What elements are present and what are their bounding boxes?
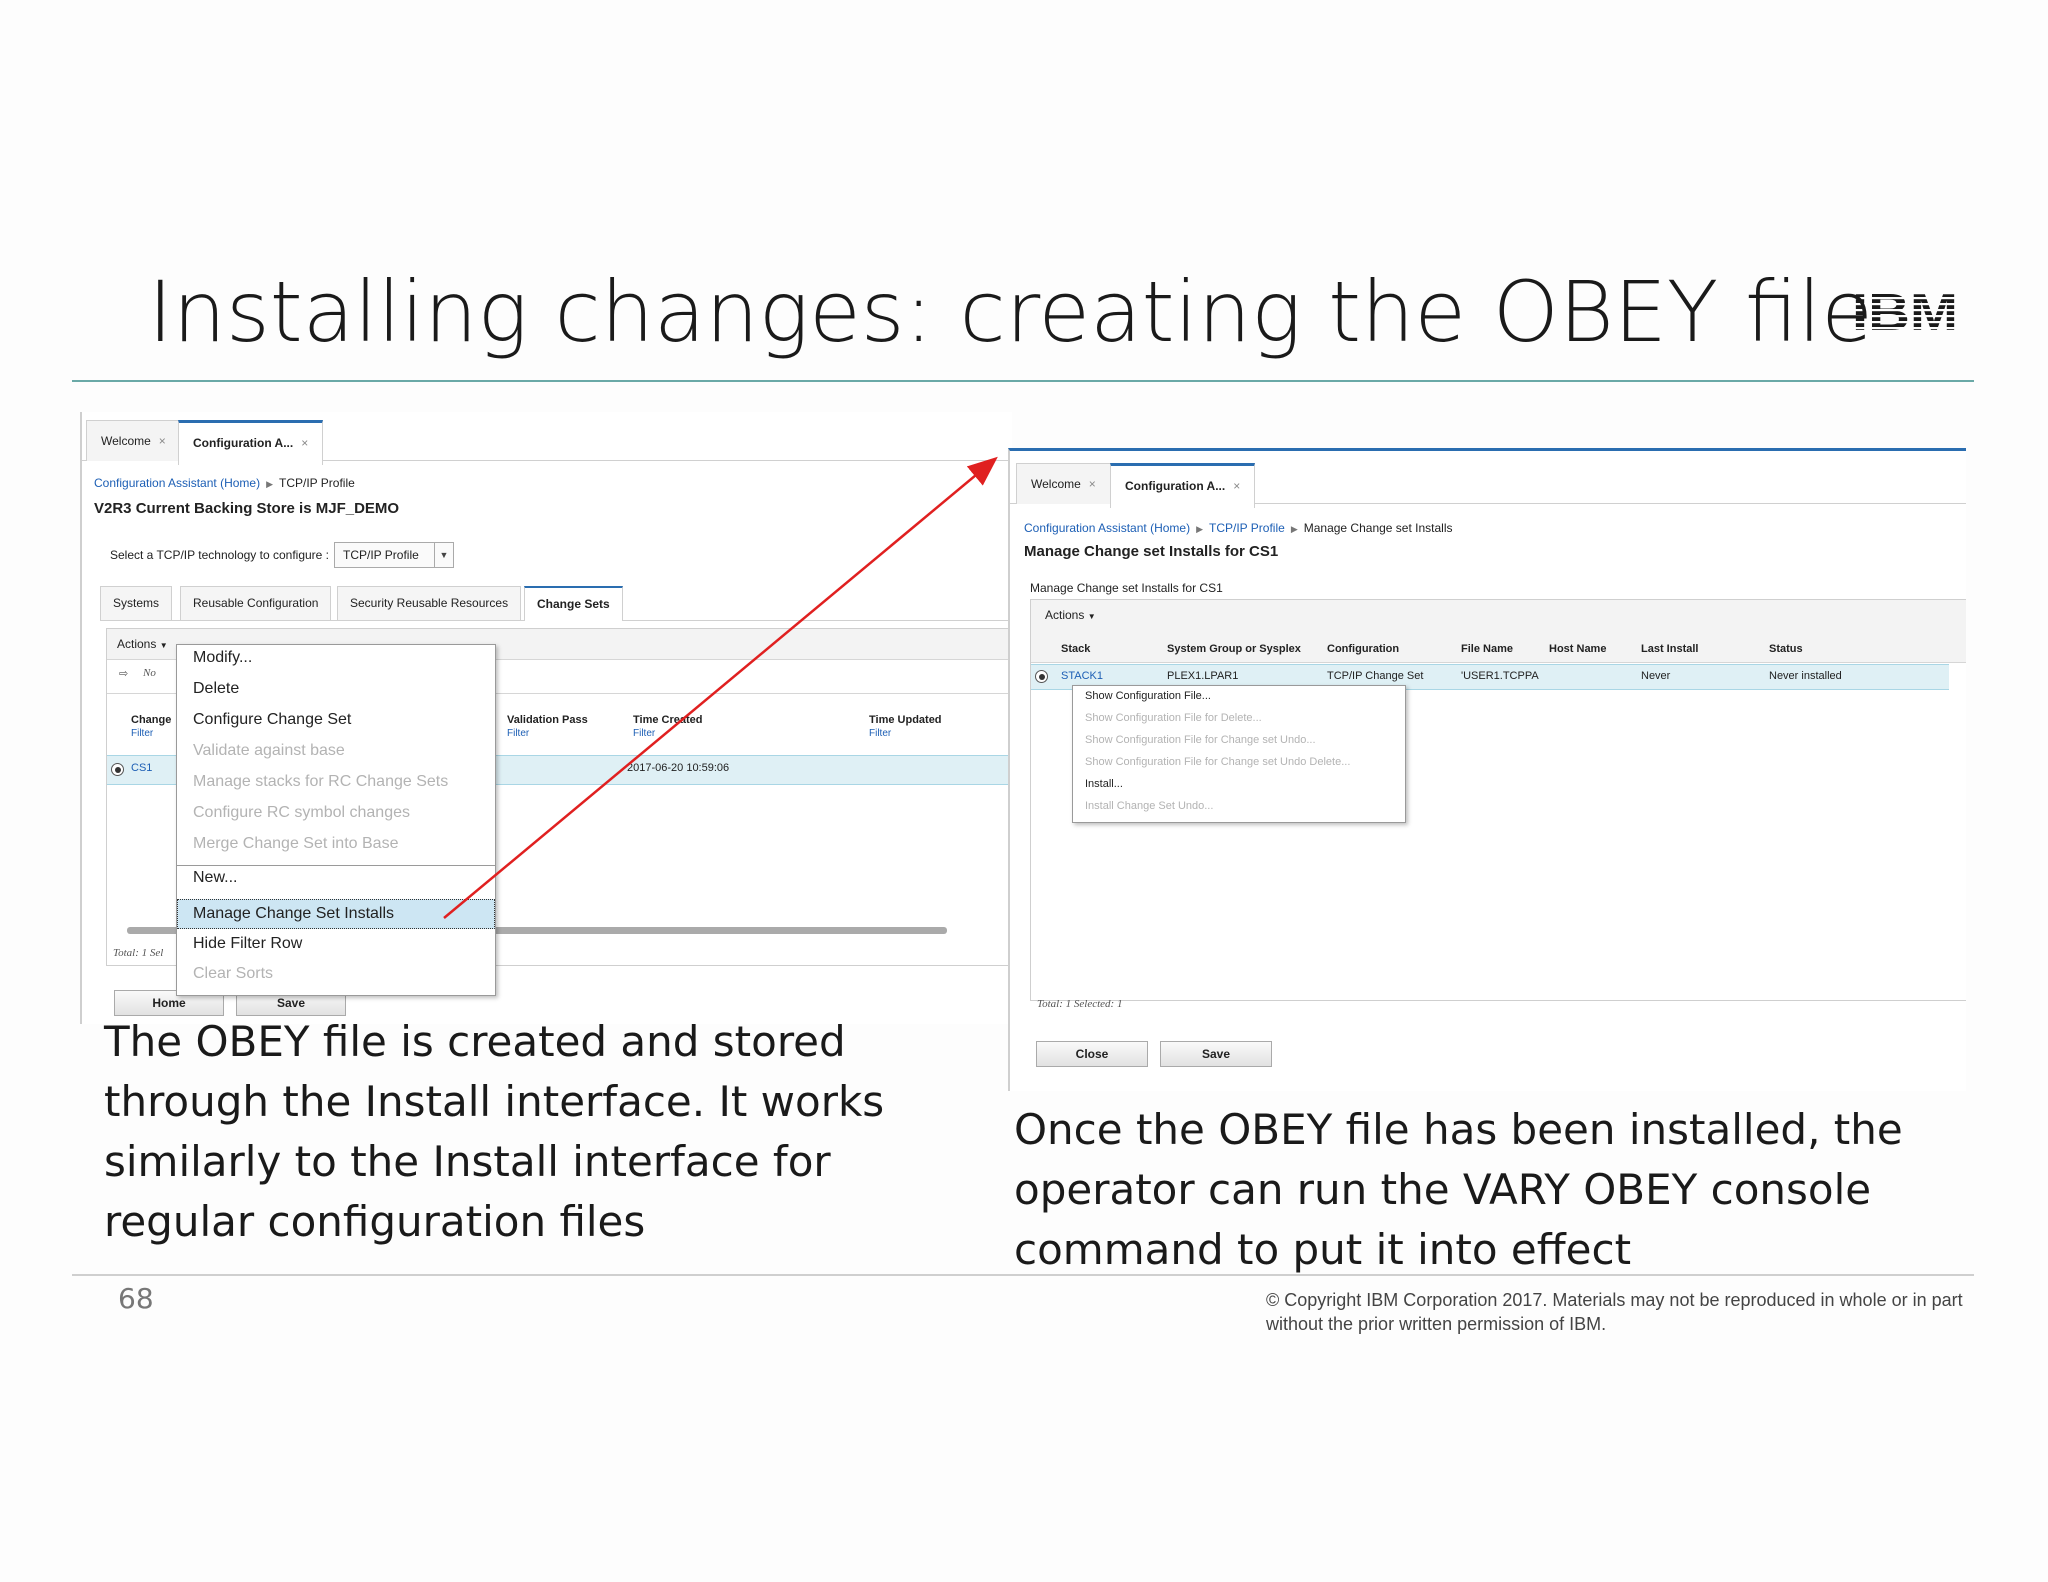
copyright-notice: © Copyright IBM Corporation 2017. Materi… (1266, 1290, 1963, 1334)
footer-rule (72, 1274, 1974, 1276)
connector-arrow (443, 456, 998, 919)
caption-left: The OBEY file is created and stored thro… (104, 1017, 885, 1246)
caption-right: Once the OBEY file has been installed, t… (1014, 1105, 1903, 1274)
page-number: 68 (118, 1282, 154, 1315)
